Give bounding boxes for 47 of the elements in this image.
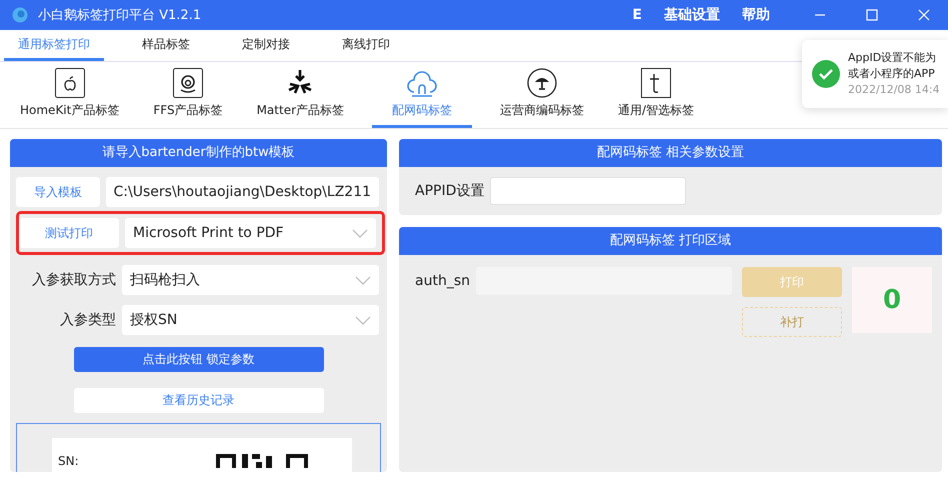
panel-header: 请导入bartender制作的btw模板 (10, 139, 388, 167)
fan-icon (527, 68, 558, 98)
menu-item[interactable]: 帮助 (742, 6, 770, 24)
close-icon[interactable] (918, 9, 930, 21)
label-type-tab[interactable]: FFS产品标签 (147, 62, 229, 128)
tab[interactable]: 定制对接 (228, 30, 304, 61)
apple-icon (54, 68, 85, 98)
chevron-down-icon (355, 276, 372, 284)
field-label: APPID设置 (415, 182, 484, 200)
field-label: 入参类型 (59, 311, 116, 329)
tab[interactable]: 样品标签 (128, 30, 204, 61)
maximize-icon[interactable] (866, 9, 878, 21)
panel-header: 配网码标签 相关参数设置 (399, 139, 942, 167)
appid-input[interactable] (490, 177, 686, 205)
notification-time: 2022/12/08 14:4 (848, 82, 940, 98)
success-check-icon (812, 60, 840, 88)
test-print-button[interactable]: 测试打印 (19, 218, 119, 248)
print-counter: 0 (852, 267, 932, 333)
tab[interactable]: 通用标签打印 (4, 30, 104, 61)
field-label: auth_sn (415, 273, 470, 289)
window-title: 小白鹅标签打印平台 V1.2.1 (38, 7, 202, 24)
history-button[interactable]: 查看历史记录 (74, 388, 324, 413)
menu-item[interactable]: E (632, 7, 642, 23)
dropdown-field[interactable]: 授权SN (122, 305, 380, 335)
field-label: 入参获取方式 (31, 271, 116, 289)
panel-header: 配网码标签 打印区域 (399, 227, 942, 255)
amazon-a-icon (172, 68, 203, 98)
notification-text: 或者小程序的APP (848, 66, 936, 82)
label-type-tab[interactable]: Matter产品标签 (250, 62, 350, 128)
cloud-icon (406, 68, 438, 98)
chevron-down-icon (352, 228, 368, 238)
notification-text: AppID设置不能为 (848, 50, 938, 66)
lock-params-button[interactable]: 点击此按钮 锁定参数 (74, 347, 324, 372)
app-logo-icon (12, 7, 28, 23)
letter-t-icon (641, 68, 672, 98)
import-template-button[interactable]: 导入模板 (16, 177, 100, 207)
menu-item[interactable]: 基础设置 (664, 6, 720, 24)
label-type-tab[interactable]: 运营商编码标签 (494, 62, 590, 128)
label-type-tab[interactable]: HomeKit产品标签 (14, 62, 126, 128)
dropdown-field[interactable]: 扫码枪扫入 (122, 265, 380, 295)
label-type-tab[interactable]: 配网码标签 (372, 62, 472, 128)
sn-label: SN: (58, 454, 79, 468)
chevron-down-icon (355, 316, 372, 324)
printer-dropdown[interactable]: Microsoft Print to PDF (125, 218, 376, 248)
label-type-tab[interactable]: 通用/智选标签 (612, 62, 700, 128)
template-path-field[interactable]: C:\Users\houtaojiang\Desktop\LZ211 (106, 177, 380, 207)
tab[interactable]: 离线打印 (328, 30, 404, 61)
